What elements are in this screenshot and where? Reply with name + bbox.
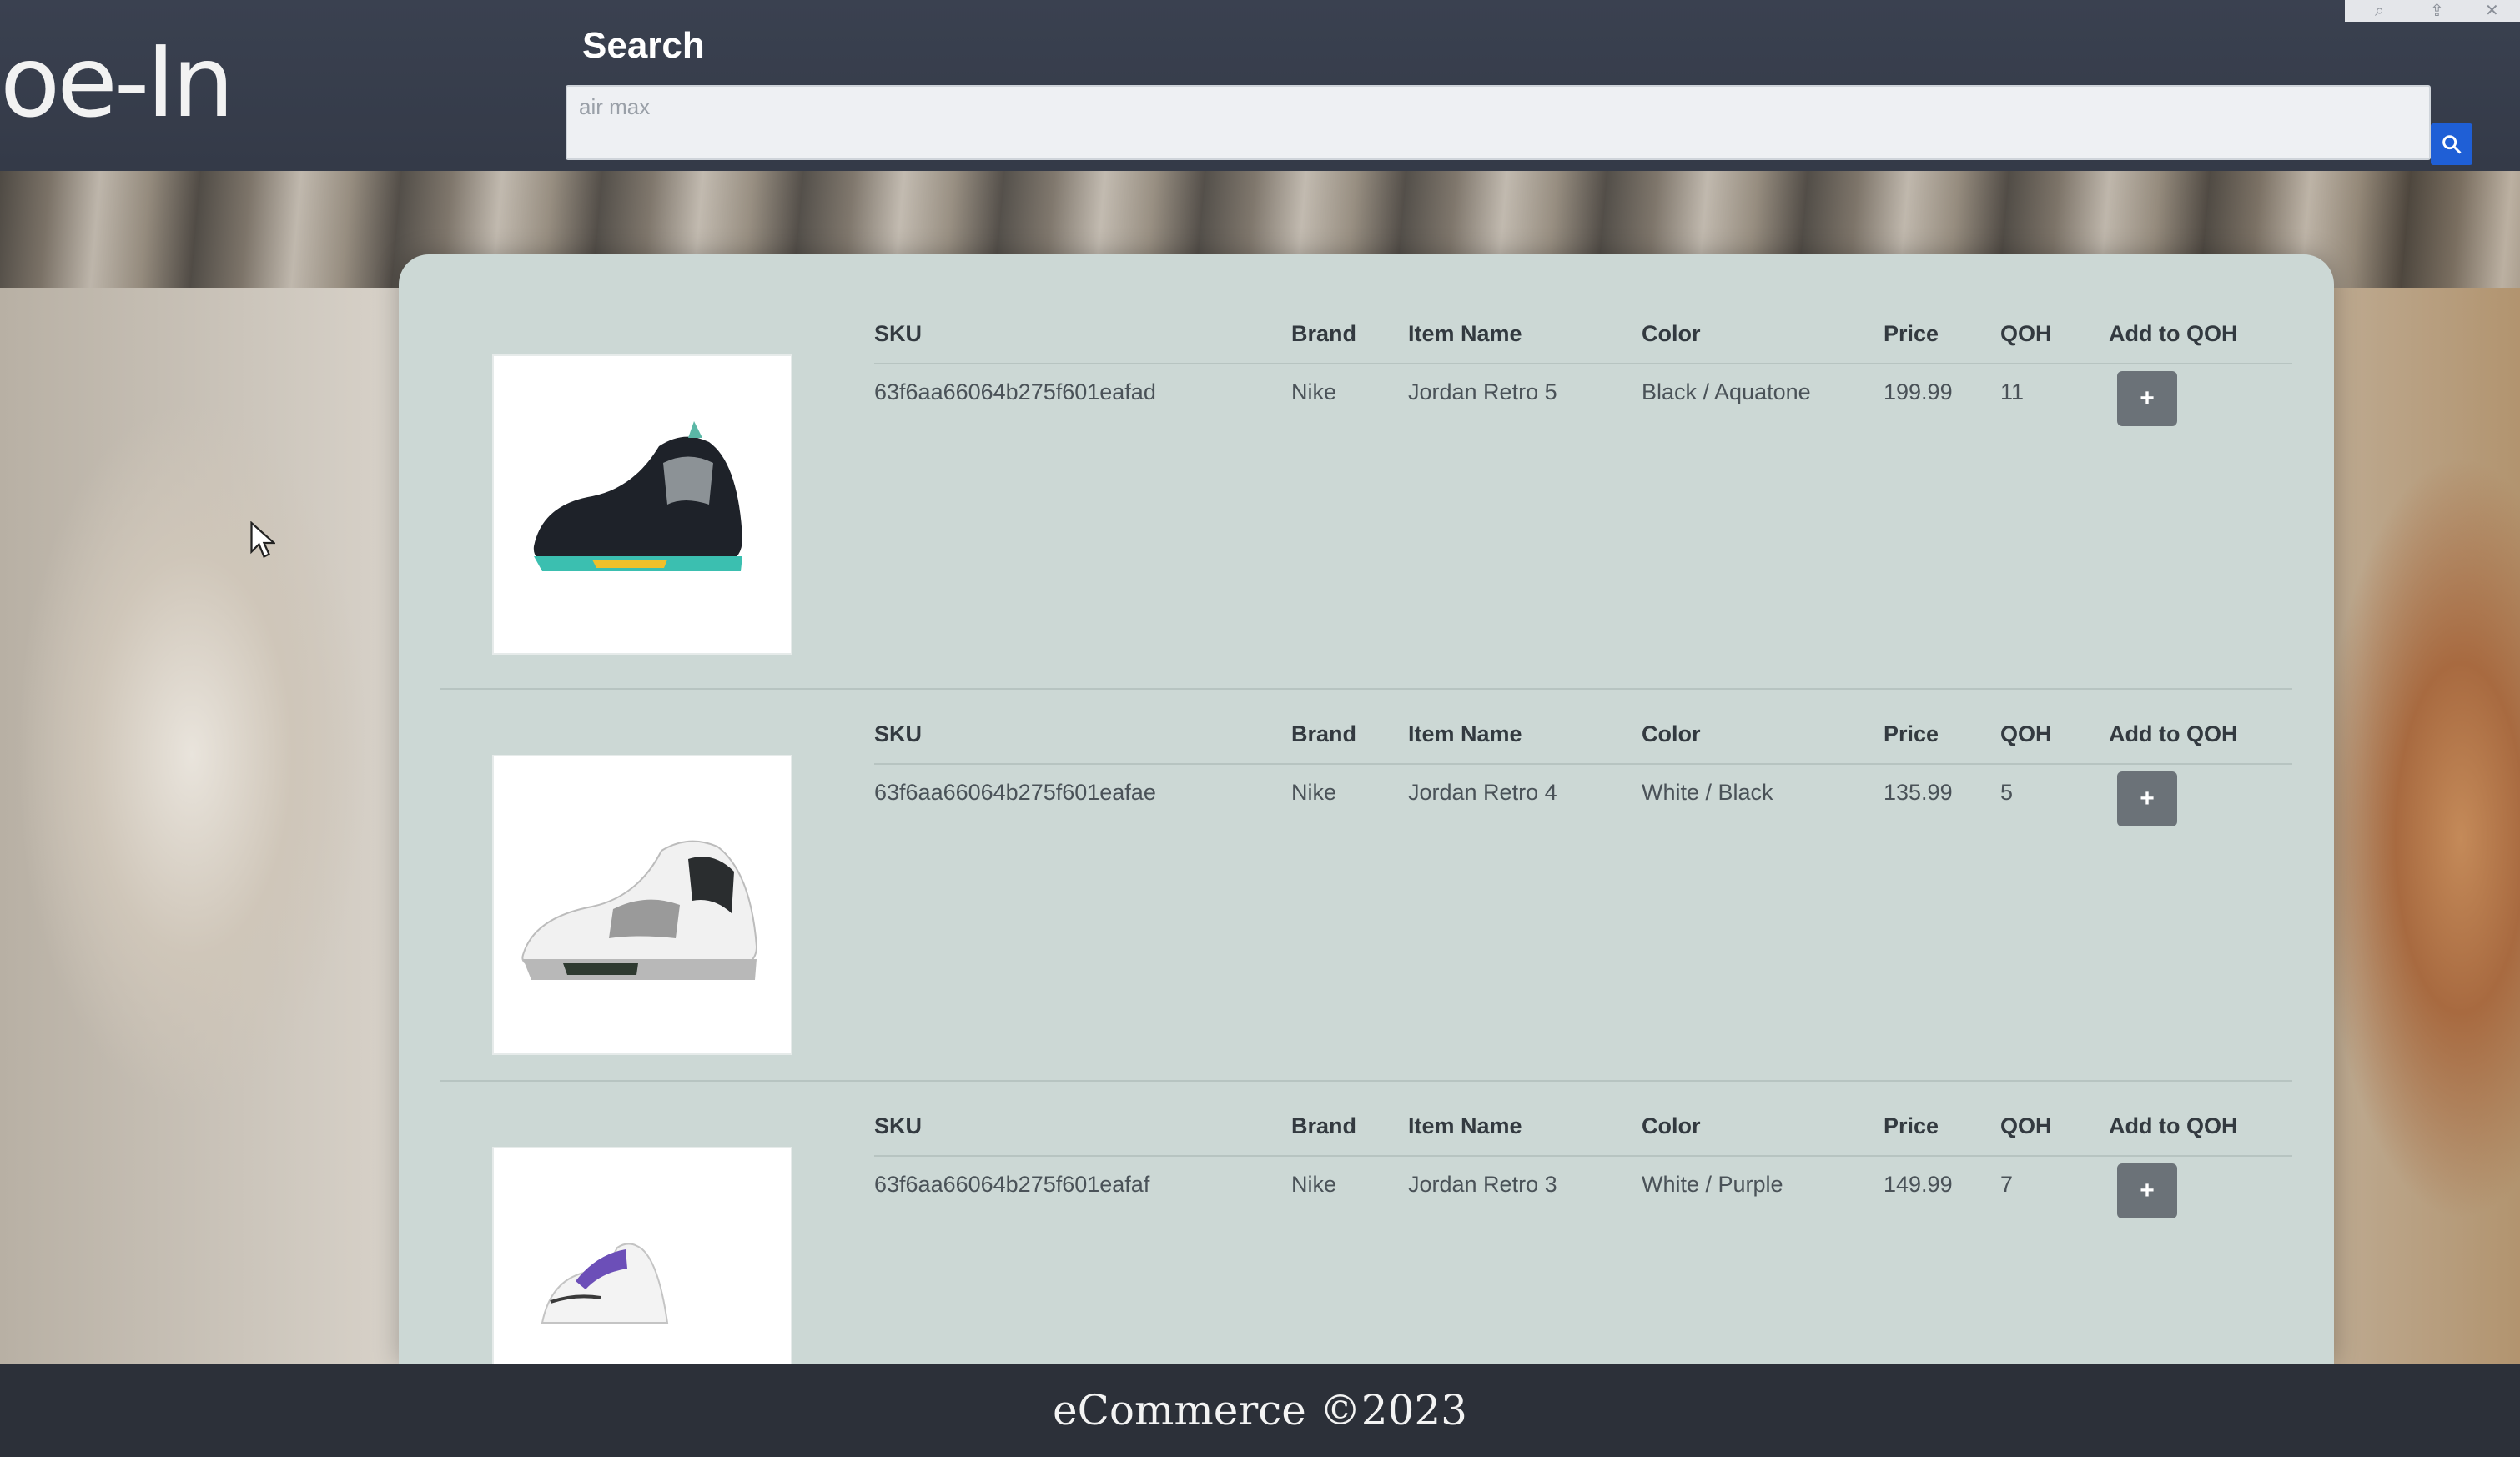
header-divider [874,763,2292,765]
header-color: Color [1642,1113,1701,1138]
site-logo[interactable]: oe-In [0,23,234,140]
sneaker-white-purple-icon [541,1243,669,1324]
product-brand: Nike [1291,379,1337,404]
product-brand: Nike [1291,1172,1337,1197]
product-image [492,755,792,1055]
search-input[interactable] [566,85,2431,160]
header-sku: SKU [874,1113,923,1138]
product-divider [440,688,2292,690]
header-color: Color [1642,721,1701,746]
add-to-qoh-button[interactable]: + [2117,1163,2177,1218]
header-sku: SKU [874,721,923,746]
search-label: Search [582,25,705,66]
product-qoh: 11 [2000,379,2025,404]
product-qoh: 5 [2000,780,2014,805]
product-price: 199.99 [1884,379,1953,404]
header-price: Price [1884,321,1939,346]
header-divider [874,1155,2292,1157]
mouse-cursor-icon [250,521,275,559]
product-item-name: Jordan Retro 4 [1408,780,1557,805]
browser-toolbar: ⌕ ⇪ ✕ [2345,0,2520,22]
header-price: Price [1884,1113,1939,1138]
product-item-name: Jordan Retro 5 [1408,379,1557,404]
sneaker-white-icon [521,840,758,980]
product-item-name: Jordan Retro 3 [1408,1172,1557,1197]
product-sku: 63f6aa66064b275f601eafad [874,379,1156,404]
product-card: SKU Brand Item Name Color Price QOH Add … [440,688,2292,1088]
product-divider [440,1080,2292,1082]
search-icon [2442,135,2462,154]
product-color: White / Purple [1642,1172,1783,1197]
header-qoh: QOH [2000,1113,2052,1138]
product-sku: 63f6aa66064b275f601eafaf [874,1172,1150,1197]
header-qoh: QOH [2000,321,2052,346]
top-navbar: ⌕ ⇪ ✕ oe-In Search [0,0,2520,171]
header-color: Color [1642,321,1701,346]
header-divider [874,363,2292,364]
header-add-to-qoh: Add to QOH [2109,321,2238,346]
product-list-panel: SKU Brand Item Name Color Price QOH Add … [399,254,2334,1364]
product-image [492,1147,792,1364]
product-color: Black / Aquatone [1642,379,1811,404]
header-item-name: Item Name [1408,321,1522,346]
header-add-to-qoh: Add to QOH [2109,721,2238,746]
header-qoh: QOH [2000,721,2052,746]
header-item-name: Item Name [1408,1113,1522,1138]
product-brand: Nike [1291,780,1337,805]
product-image [492,354,792,655]
header-brand: Brand [1291,321,1357,346]
zoom-icon[interactable]: ⌕ [2375,3,2393,19]
product-card: SKU Brand Item Name Color Price QOH Add … [440,288,2292,688]
product-sku: 63f6aa66064b275f601eafae [874,780,1156,805]
product-qoh: 7 [2000,1172,2014,1197]
site-footer: eCommerce ©2023 [0,1364,2520,1457]
header-brand: Brand [1291,1113,1357,1138]
product-price: 149.99 [1884,1172,1953,1197]
share-icon[interactable]: ⇪ [2430,3,2448,19]
header-brand: Brand [1291,721,1357,746]
footer-copyright: eCommerce ©2023 [1053,1386,1467,1434]
add-to-qoh-button[interactable]: + [2117,771,2177,826]
close-icon[interactable]: ✕ [2485,3,2503,19]
header-add-to-qoh: Add to QOH [2109,1113,2238,1138]
header-price: Price [1884,721,1939,746]
search-button[interactable] [2431,123,2472,165]
product-price: 135.99 [1884,780,1953,805]
header-item-name: Item Name [1408,721,1522,746]
header-sku: SKU [874,321,923,346]
add-to-qoh-button[interactable]: + [2117,371,2177,426]
product-color: White / Black [1642,780,1773,805]
sneaker-black-icon [533,421,742,571]
